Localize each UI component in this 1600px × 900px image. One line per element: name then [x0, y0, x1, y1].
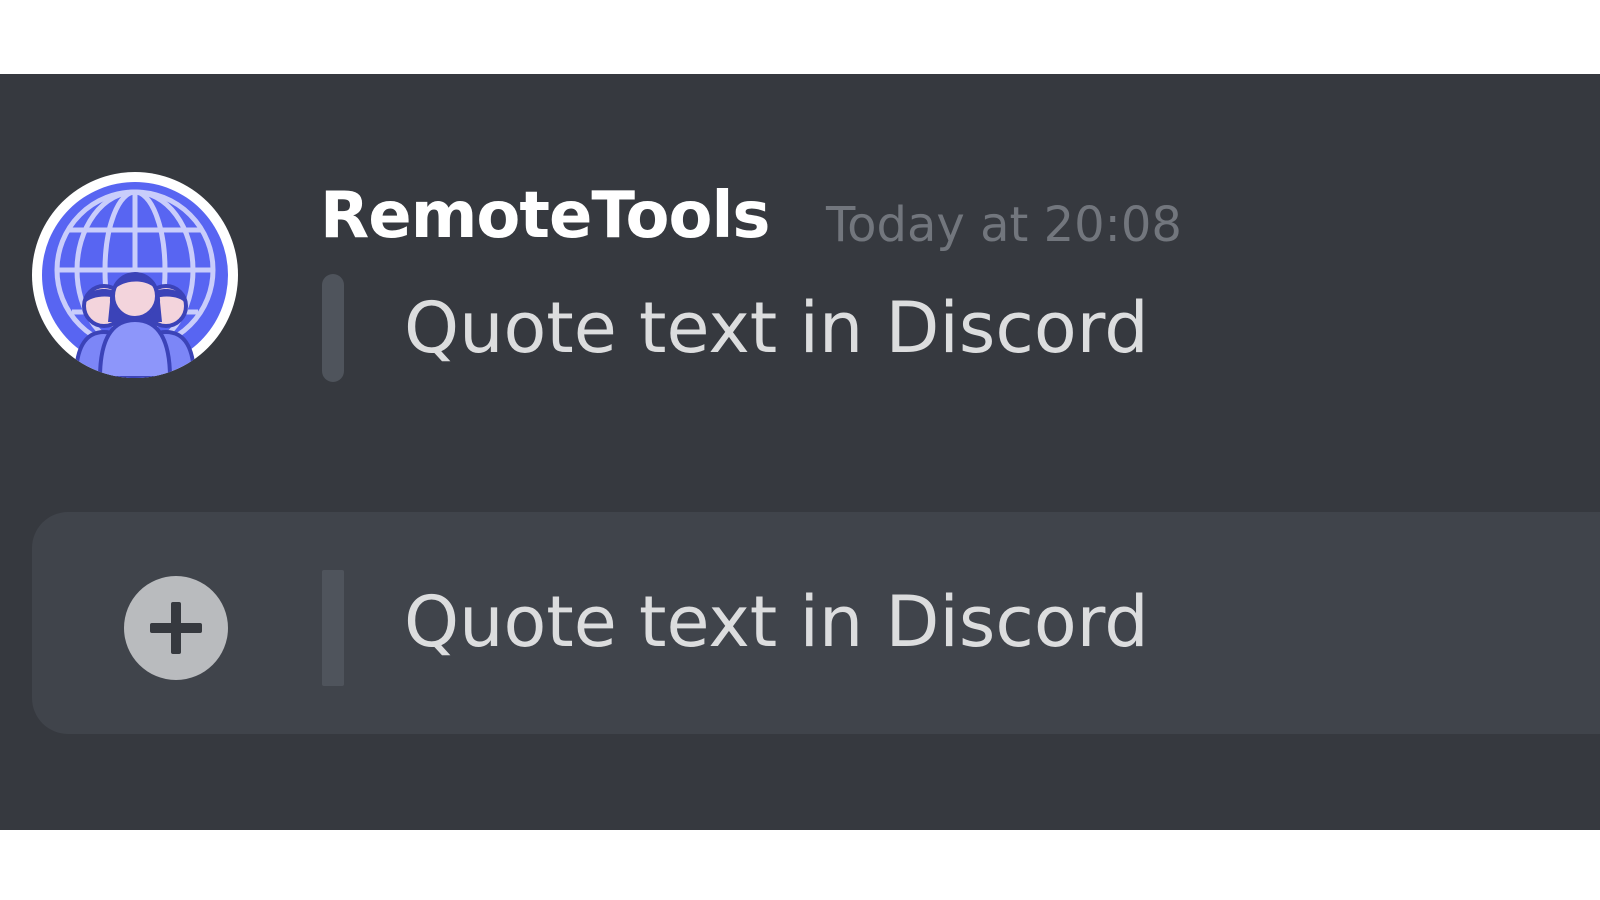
attach-button[interactable]	[124, 576, 228, 680]
chat-area: RemoteTools Today at 20:08 Quote text in…	[0, 74, 1600, 830]
globe-team-avatar-icon	[37, 177, 233, 378]
blockquote-bar	[322, 274, 344, 382]
composer-blockquote-bar	[322, 570, 344, 686]
plus-circle-icon	[150, 602, 202, 654]
message-timestamp: Today at 20:08	[826, 197, 1182, 253]
user-avatar[interactable]	[32, 172, 238, 378]
chat-message: RemoteTools Today at 20:08 Quote text in…	[0, 74, 1600, 514]
message-input[interactable]: Quote text in Discord	[404, 576, 1149, 668]
message-username[interactable]: RemoteTools	[320, 176, 770, 256]
message-quote-text: Quote text in Discord	[404, 287, 1149, 369]
message-composer[interactable]: Quote text in Discord	[32, 512, 1600, 734]
